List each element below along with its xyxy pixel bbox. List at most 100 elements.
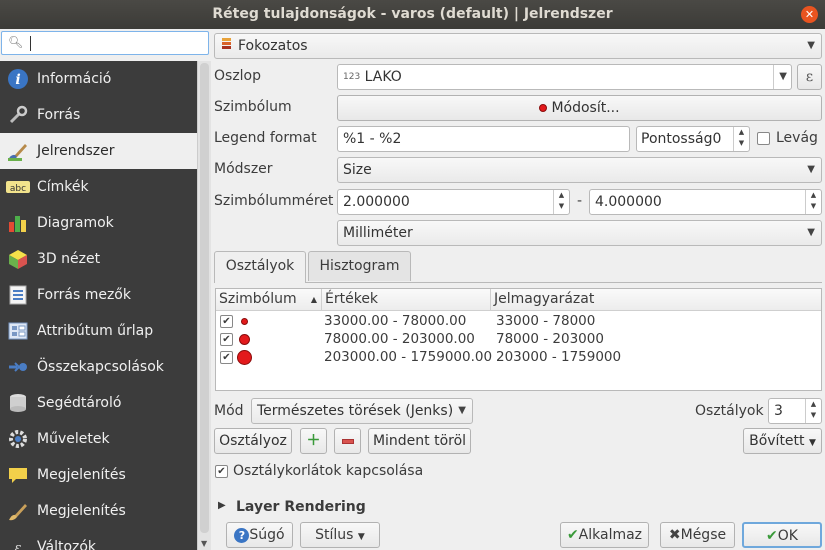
symbol-swatch[interactable]	[237, 349, 252, 365]
sort-ascending-icon: ▲	[310, 295, 317, 304]
row-legend[interactable]: 203000 - 1759000	[496, 348, 621, 366]
search-icon: 🔍︎	[8, 35, 24, 49]
window-titlebar: Réteg tulajdonságok - varos (default) | …	[0, 0, 825, 29]
expression-button[interactable]: ε	[797, 64, 822, 90]
close-icon[interactable]: ✕	[801, 6, 818, 23]
renderer-select[interactable]: Fokozatos ▼	[214, 33, 822, 59]
expand-arrow-icon[interactable]: ▶	[218, 500, 226, 511]
sidebar-item-label: Megjelenítés	[37, 467, 126, 483]
unit-select[interactable]: Milliméter ▼	[337, 220, 822, 246]
sidebar-item-megjelenites-2[interactable]: Megjelenítés	[0, 493, 197, 529]
mode-label: Mód	[214, 403, 244, 419]
table-row[interactable]: ✔ 78000.00 - 203000.00 78000 - 203000	[216, 330, 821, 348]
change-symbol-button[interactable]: Módosít...	[337, 95, 822, 121]
spin-arrows-icon[interactable]: ▲ ▼	[805, 399, 821, 423]
window-title: Réteg tulajdonságok - varos (default) | …	[212, 6, 613, 22]
style-button[interactable]: Stílus ▼	[300, 522, 380, 548]
precision-spinbox[interactable]: Pontosság0 ▲ ▼	[636, 126, 750, 152]
classify-button[interactable]: Osztályoz	[214, 428, 292, 454]
row-legend[interactable]: 33000 - 78000	[496, 312, 595, 330]
size-min-spinbox[interactable]: 2.000000 ▲ ▼	[337, 189, 570, 215]
abc-label-icon: abc	[5, 174, 31, 200]
plus-icon[interactable]: ＋	[300, 428, 327, 454]
table-row[interactable]: ✔ 33000.00 - 78000.00 33000 - 78000	[216, 312, 821, 330]
sidebar-item-3d-nezet[interactable]: 3D nézet	[0, 241, 197, 277]
column-select[interactable]: 123 LAKO ▼	[337, 64, 792, 90]
classes-spinbox[interactable]: 3 ▲ ▼	[768, 398, 822, 424]
mode-select[interactable]: Természetes törések (Jenks) ▼	[251, 398, 473, 424]
svg-text:i: i	[15, 72, 20, 88]
mode-value: Természetes törések (Jenks)	[257, 403, 454, 419]
ok-label: OK	[777, 528, 798, 544]
size-range-dash: -	[577, 193, 583, 209]
database-icon	[5, 390, 31, 416]
table-row[interactable]: ✔ 203000.00 - 1759000.00 203000 - 175900…	[216, 348, 821, 366]
column-header-values[interactable]: Értékek	[322, 289, 491, 311]
column-header-legend[interactable]: Jelmagyarázat	[491, 289, 822, 311]
sidebar-item-segedtarolo[interactable]: Segédtároló	[0, 385, 197, 421]
symbol-swatch[interactable]	[239, 333, 250, 345]
paintbrush-icon	[5, 138, 31, 164]
sidebar-search[interactable]: 🔍︎	[1, 31, 209, 55]
tab-hisztogram[interactable]: Hisztogram	[308, 251, 411, 281]
link-class-boundaries-checkbox[interactable]: ✔	[215, 465, 228, 478]
sidebar-item-valtozok[interactable]: ε Változók	[0, 529, 197, 550]
sidebar-item-forras[interactable]: Forrás	[0, 97, 197, 133]
size-max-value: 4.000000	[595, 194, 662, 210]
column-header-symbol[interactable]: Szimbólum ▲	[216, 289, 322, 311]
sidebar-item-cimkek[interactable]: abc Címkék	[0, 169, 197, 205]
sidebar-scrollbar[interactable]: ▼	[197, 61, 211, 550]
ok-button[interactable]: ✔OK	[742, 522, 822, 548]
fields-icon	[5, 282, 31, 308]
sidebar-item-osszekapcsolasok[interactable]: Összekapcsolások	[0, 349, 197, 385]
row-checkbox[interactable]: ✔	[220, 314, 233, 328]
column-value: LAKO	[364, 69, 402, 85]
sidebar-item-informacio[interactable]: i Információ	[0, 61, 197, 97]
sidebar-item-diagramok[interactable]: Diagramok	[0, 205, 197, 241]
trim-checkbox[interactable]	[757, 132, 770, 145]
apply-button[interactable]: ✔Alkalmaz	[560, 522, 649, 548]
tab-osztalyok[interactable]: Osztályok	[214, 251, 306, 283]
scrollbar-thumb[interactable]	[200, 63, 209, 533]
sidebar-item-megjelenites-1[interactable]: Megjelenítés	[0, 457, 197, 493]
legend-format-input[interactable]: %1 - %2	[337, 126, 630, 152]
method-select[interactable]: Size ▼	[337, 157, 822, 183]
advanced-button[interactable]: Bővített ▼	[743, 428, 822, 454]
row-values[interactable]: 203000.00 - 1759000.00	[324, 348, 492, 366]
sidebar-item-label: Címkék	[37, 179, 89, 195]
spin-arrows-icon[interactable]: ▲ ▼	[733, 127, 749, 151]
size-max-spinbox[interactable]: 4.000000 ▲ ▼	[589, 189, 822, 215]
text-cursor	[30, 36, 31, 51]
sidebar-item-forras-mezok[interactable]: Forrás mezők	[0, 277, 197, 313]
advanced-label: Bővített	[749, 433, 805, 449]
cancel-button[interactable]: ✖Mégse	[660, 522, 735, 548]
sidebar-item-attributum-urlap[interactable]: Attribútum űrlap	[0, 313, 197, 349]
sidebar-item-jelrendszer[interactable]: Jelrendszer	[0, 133, 197, 169]
symbology-panel: Fokozatos ▼ Oszlop 123 LAKO ▼ ε Szimbólu…	[211, 29, 825, 550]
method-value: Size	[343, 162, 372, 178]
row-checkbox[interactable]: ✔	[220, 332, 233, 346]
sidebar-item-label: Összekapcsolások	[37, 359, 164, 375]
graduated-icon	[220, 34, 234, 58]
row-values[interactable]: 78000.00 - 203000.00	[324, 330, 475, 348]
sidebar-item-muveletek[interactable]: Műveletek	[0, 421, 197, 457]
help-button[interactable]: ? Súgó	[226, 522, 293, 548]
scroll-down-icon[interactable]: ▼	[201, 539, 207, 548]
row-legend[interactable]: 78000 - 203000	[496, 330, 604, 348]
chevron-down-icon: ▼	[807, 227, 815, 238]
sidebar-item-label: Megjelenítés	[37, 503, 126, 519]
layer-rendering-section[interactable]: Layer Rendering	[236, 499, 366, 515]
spin-arrows-icon[interactable]: ▲ ▼	[805, 190, 821, 214]
row-checkbox[interactable]: ✔	[220, 350, 233, 364]
number-type-icon: 123	[343, 72, 361, 82]
symbol-swatch[interactable]	[241, 317, 248, 325]
cube-icon	[5, 246, 31, 272]
chevron-down-icon: ▼	[807, 164, 815, 175]
class-table[interactable]: Szimbólum ▲ Értékek Jelmagyarázat ✔ 3300…	[215, 288, 822, 391]
sidebar-item-label: Forrás	[37, 107, 81, 123]
row-values[interactable]: 33000.00 - 78000.00	[324, 312, 466, 330]
delete-all-button[interactable]: Mindent töröl	[368, 428, 471, 454]
minus-icon[interactable]	[334, 428, 361, 454]
symbol-size-label: Szimbólumméret	[214, 193, 334, 209]
spin-arrows-icon[interactable]: ▲ ▼	[553, 190, 569, 214]
